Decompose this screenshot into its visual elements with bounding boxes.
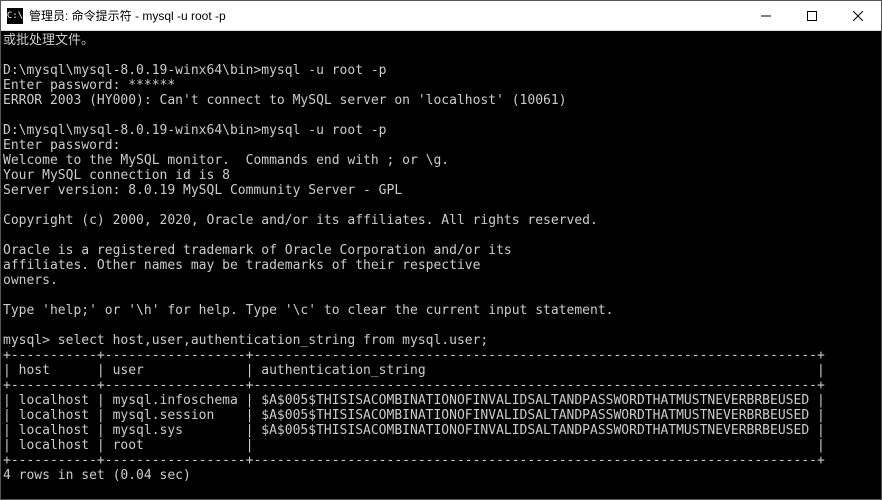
close-button[interactable] xyxy=(835,1,881,30)
minimize-icon xyxy=(761,11,771,21)
maximize-button[interactable] xyxy=(789,1,835,30)
close-icon xyxy=(853,11,863,21)
minimize-button[interactable] xyxy=(743,1,789,30)
window-title: 管理员: 命令提示符 - mysql -u root -p xyxy=(29,7,743,24)
titlebar[interactable]: C:\ 管理员: 命令提示符 - mysql -u root -p xyxy=(1,1,881,31)
terminal-output[interactable]: 或批处理文件。 D:\mysql\mysql-8.0.19-winx64\bin… xyxy=(1,31,881,499)
maximize-icon xyxy=(807,11,817,21)
window-frame: C:\ 管理员: 命令提示符 - mysql -u root -p 或批处理文件… xyxy=(0,0,882,500)
app-icon: C:\ xyxy=(7,8,23,24)
window-controls xyxy=(743,1,881,30)
